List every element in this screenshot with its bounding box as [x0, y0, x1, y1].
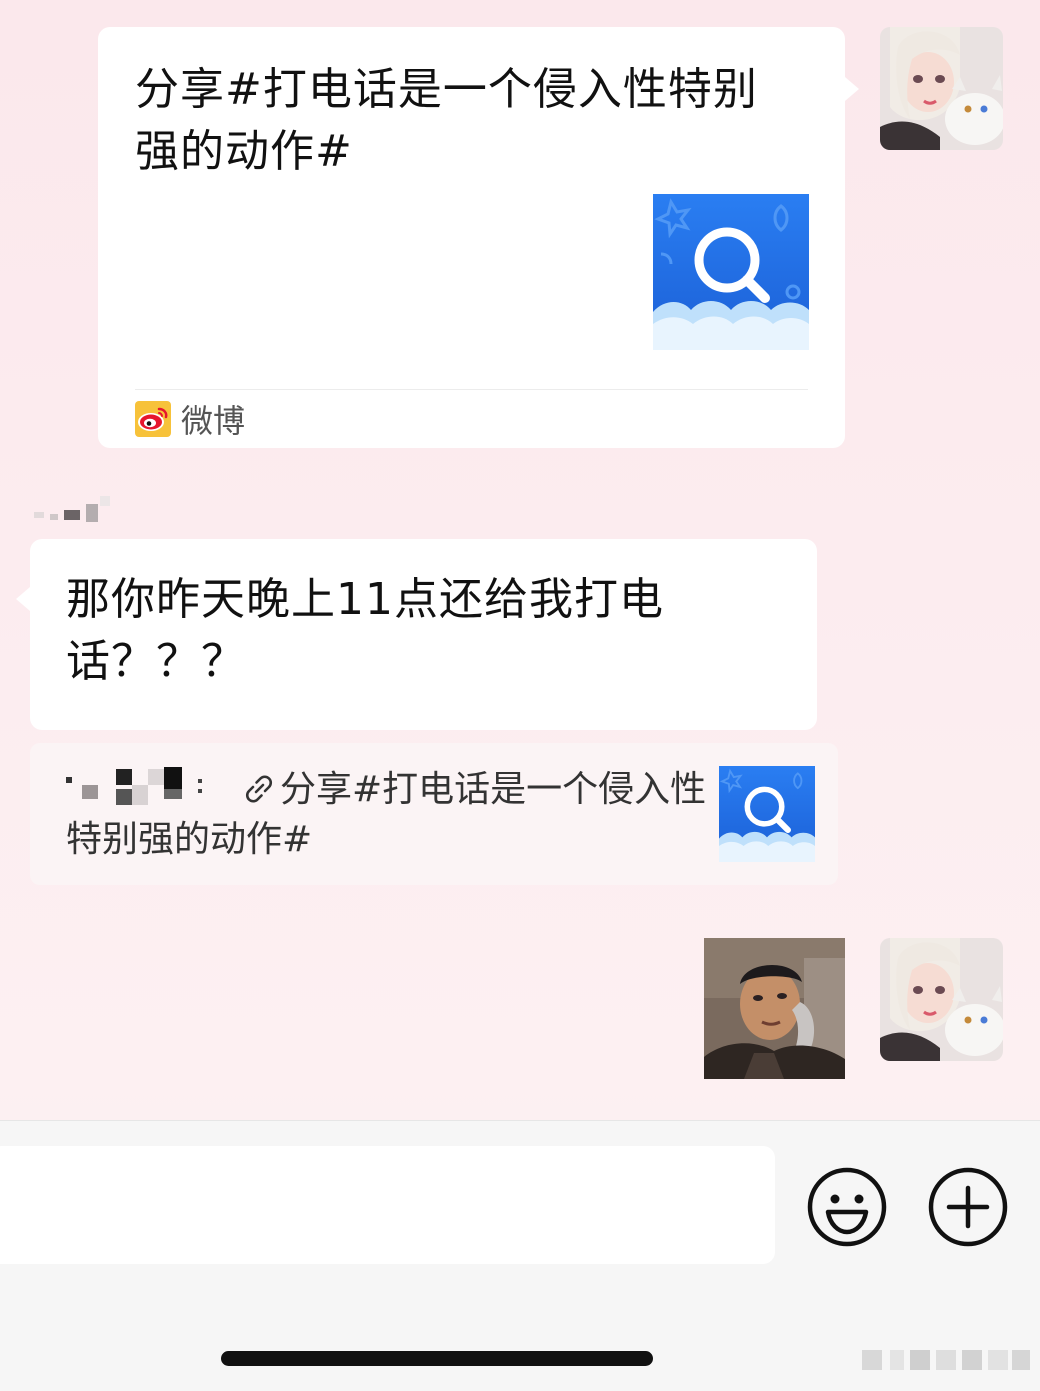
- avatar-image: [880, 938, 1003, 1061]
- avatar-image: [880, 27, 1003, 150]
- plus-icon[interactable]: [927, 1166, 1009, 1248]
- input-bar: [0, 1120, 1040, 1266]
- bottom-safe-area: [0, 1265, 1040, 1391]
- card-divider: [135, 389, 808, 390]
- smiley-icon[interactable]: [806, 1166, 888, 1248]
- incoming-message-bubble[interactable]: 那你昨天晚上11点还给我打电话？？？: [16, 539, 817, 730]
- message-input[interactable]: [0, 1146, 775, 1264]
- quoted-message[interactable]: 分享#打电话是一个侵入性特别强的动作#: [30, 743, 838, 885]
- self-avatar[interactable]: [880, 938, 1003, 1061]
- card-thumbnail-search-icon: [653, 194, 809, 350]
- card-title: 分享#打电话是一个侵入性特别强的动作#: [135, 64, 758, 177]
- shared-link-card[interactable]: 分享#打电话是一个侵入性特别强的动作# 微博: [98, 27, 859, 448]
- quote-text: 分享#打电话是一个侵入性特别强的动作#: [66, 765, 716, 865]
- watermark-pixelated: [862, 1350, 1030, 1370]
- card-source-label: 微博: [181, 402, 246, 440]
- quote-thumbnail-search-icon: [719, 766, 815, 862]
- home-indicator[interactable]: [221, 1351, 653, 1366]
- quote-text-content: 分享#打电话是一个侵入性特别强的动作#: [66, 769, 707, 860]
- weibo-icon: [135, 401, 171, 437]
- link-icon: [246, 775, 272, 803]
- sticker-image[interactable]: [704, 938, 845, 1079]
- incoming-message-text: 那你昨天晚上11点还给我打电话？？？: [66, 574, 664, 687]
- card-source: 微博: [135, 399, 246, 440]
- sticker-picture: [704, 938, 845, 1079]
- self-avatar[interactable]: [880, 27, 1003, 150]
- sender-name-pixelated: [34, 496, 110, 522]
- chat-area: 分享#打电话是一个侵入性特别强的动作# 微博 那你昨天晚上11点还给我打电话？？…: [0, 0, 1040, 1120]
